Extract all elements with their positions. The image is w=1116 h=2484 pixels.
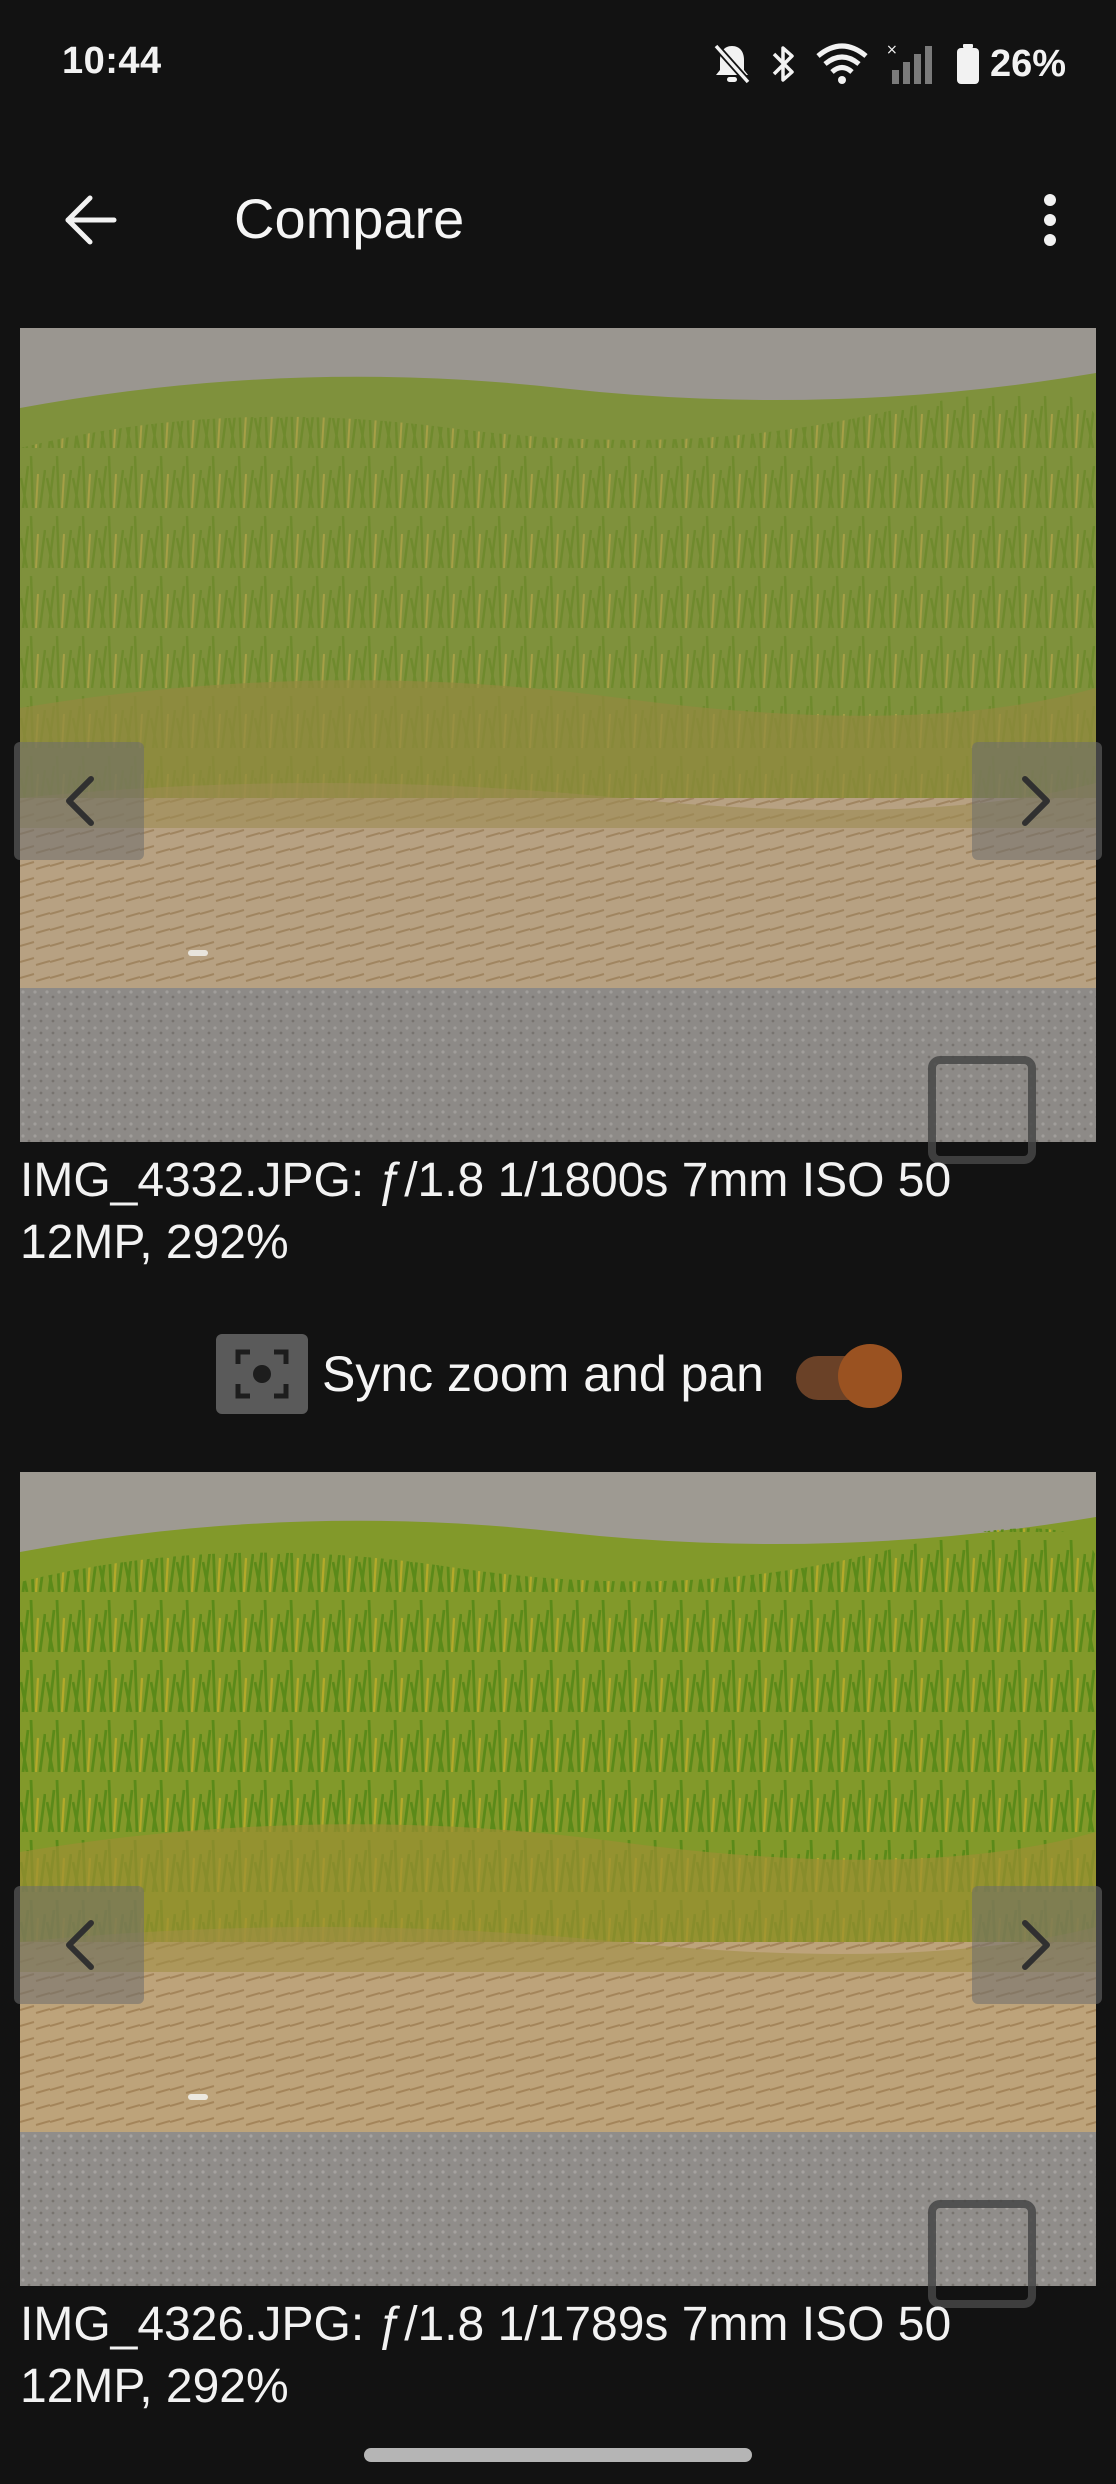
previous-photo-button-bottom[interactable]: [14, 1886, 144, 2004]
status-time: 10:44: [62, 40, 162, 82]
more-vert-icon: [1044, 194, 1056, 246]
photo-caption-top: IMG_4332.JPG: ƒ/1.8 1/1800s 7mm ISO 50 1…: [20, 1150, 1096, 1274]
previous-photo-button-top[interactable]: [14, 742, 144, 860]
page-title: Compare: [234, 187, 465, 250]
bluetooth-icon: [770, 42, 798, 86]
select-photo-checkbox-bottom[interactable]: [928, 2200, 1036, 2308]
toggle-thumb: [838, 1344, 902, 1408]
bell-off-icon: [712, 42, 752, 86]
back-button[interactable]: [44, 174, 136, 266]
cellular-signal-icon: ×: [886, 42, 938, 86]
chevron-left-icon: [66, 1920, 94, 1970]
wifi-icon: [816, 42, 868, 86]
sync-zoom-pan-label: Sync zoom and pan: [322, 1346, 764, 1402]
chevron-left-icon: [66, 776, 94, 826]
photo-resolution-line: 12MP, 292%: [20, 1216, 289, 1269]
more-options-button[interactable]: [1004, 174, 1096, 266]
chevron-right-icon: [1022, 776, 1050, 826]
photo-resolution-line: 12MP, 292%: [20, 2360, 289, 2413]
photo-caption-bottom: IMG_4326.JPG: ƒ/1.8 1/1789s 7mm ISO 50 1…: [20, 2294, 1096, 2418]
home-indicator[interactable]: [364, 2448, 752, 2462]
grass-photo-bottom: [20, 1472, 1096, 2286]
next-photo-button-bottom[interactable]: [972, 1886, 1102, 2004]
battery-icon: [956, 42, 980, 86]
next-photo-button-top[interactable]: [972, 742, 1102, 860]
photo-exif-line: IMG_4326.JPG: ƒ/1.8 1/1789s 7mm ISO 50: [20, 2298, 952, 2351]
select-photo-checkbox-top[interactable]: [928, 1056, 1036, 1164]
battery-percentage: 26%: [989, 42, 1066, 85]
status-icons: × 26%: [712, 36, 1066, 92]
app-bar: Compare: [0, 150, 1116, 290]
svg-text:×: ×: [886, 42, 898, 58]
status-bar: 10:44 × 26%: [0, 0, 1116, 130]
focus-frame-icon: [216, 1334, 308, 1414]
grass-photo-top: [20, 328, 1096, 1142]
arrow-back-icon: [65, 195, 117, 245]
photo-viewer-bottom[interactable]: [20, 1472, 1096, 2286]
photo-exif-line: IMG_4332.JPG: ƒ/1.8 1/1800s 7mm ISO 50: [20, 1154, 952, 1207]
sync-zoom-pan-toggle[interactable]: [796, 1344, 902, 1408]
sync-zoom-pan-row: Sync zoom and pan: [216, 1332, 764, 1416]
chevron-right-icon: [1022, 1920, 1050, 1970]
photo-viewer-top[interactable]: [20, 328, 1096, 1142]
